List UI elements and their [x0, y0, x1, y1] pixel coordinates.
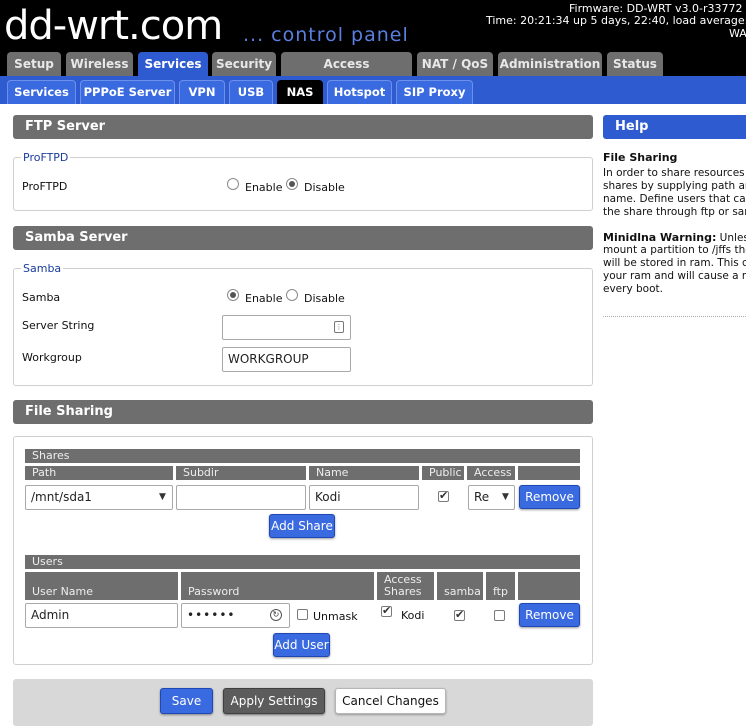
share-path-select[interactable]: /mnt/sda1 [25, 485, 173, 510]
help-fs-line: shares by supplying path and [603, 180, 746, 192]
samba-server-title: Samba Server [13, 226, 593, 250]
users-col-access-shares: Access Shares [377, 572, 434, 600]
subtab-hotspot[interactable]: Hotspot [327, 80, 392, 104]
help-minidlna-heading: Minidlna Warning: [603, 231, 717, 244]
user-share-kodi-checkbox[interactable] [381, 604, 392, 617]
proftpd-disable-label: Disable [304, 181, 345, 194]
tab-nat-qos[interactable]: NAT / QoS [417, 52, 493, 76]
user-samba-checkbox[interactable] [454, 608, 465, 621]
workgroup-label: Workgroup [22, 351, 82, 364]
logo: dd-wrt.com [4, 3, 223, 49]
shares-header: Shares [25, 449, 580, 463]
help-mini-line: your ram and will cause a rein [603, 270, 746, 282]
subtab-services[interactable]: Services [7, 80, 76, 104]
share-subdir-input[interactable] [176, 485, 306, 510]
shares-col-name: Name [309, 466, 419, 480]
user-ftp-checkbox[interactable] [494, 610, 505, 621]
reveal-password-icon[interactable]: ↻ [270, 609, 282, 621]
help-fs-line: the share through ftp or samb [603, 206, 746, 218]
share-remove-button[interactable]: Remove [519, 485, 580, 509]
samba-enable-label: Enable [245, 292, 283, 305]
unmask-checkbox[interactable] [297, 609, 308, 620]
workgroup-input[interactable]: WORKGROUP [222, 347, 351, 372]
proftpd-label: ProFTPD [22, 180, 68, 193]
subtab-vpn[interactable]: VPN [179, 80, 225, 104]
ftp-server-title: FTP Server [13, 115, 593, 139]
help-mini-line: every boot. [603, 283, 663, 295]
help-file-sharing-heading: File Sharing [603, 151, 678, 164]
shares-col-access: Access [467, 466, 515, 480]
help-title: Help [603, 115, 746, 139]
samba-label: Samba [22, 291, 61, 304]
help-minidlna-first: Unless y [719, 232, 746, 244]
cancel-changes-button[interactable]: Cancel Changes [335, 688, 446, 714]
proftpd-fieldset: ProFTPD [13, 151, 593, 211]
chevron-down-icon: ▼ [159, 492, 166, 502]
tab-administration[interactable]: Administration [498, 52, 602, 76]
add-share-button[interactable]: Add Share [269, 514, 335, 538]
user-remove-button[interactable]: Remove [519, 603, 580, 627]
subtab-pppoe-server[interactable]: PPPoE Server [80, 80, 175, 104]
shares-col-public: Public [422, 466, 464, 480]
samba-disable-radio[interactable] [286, 289, 298, 301]
proftpd-enable-label: Enable [245, 181, 283, 194]
user-share-kodi-label: Kodi [401, 609, 425, 622]
proftpd-legend: ProFTPD [21, 151, 71, 164]
proftpd-disable-radio[interactable] [286, 178, 298, 190]
help-mini-line: will be stored in ram. This car [603, 257, 746, 269]
samba-legend: Samba [21, 262, 64, 275]
uptime-info: Time: 20:21:34 up 5 days, 22:40, load av… [486, 14, 746, 27]
users-col-username: User Name [25, 572, 178, 600]
logo-subtitle: ... control panel [243, 24, 409, 46]
file-sharing-title: File Sharing [13, 400, 593, 424]
help-fs-line: In order to share resources a [603, 167, 746, 179]
tab-setup[interactable]: Setup [7, 52, 61, 76]
server-string-input[interactable] [222, 315, 351, 340]
tab-services[interactable]: Services [138, 52, 208, 77]
tab-wireless[interactable]: Wireless [66, 52, 133, 76]
proftpd-enable-radio[interactable] [227, 178, 239, 190]
save-button[interactable]: Save [160, 688, 213, 714]
users-col-ftp: ftp [486, 572, 515, 600]
shares-col-subdir: Subdir [176, 466, 306, 480]
tab-security[interactable]: Security [212, 52, 276, 76]
users-col-samba: samba [437, 572, 483, 600]
share-name-input[interactable]: Kodi [309, 485, 419, 510]
help-minidlna-line: Minidlna Warning: Unless y [603, 231, 746, 245]
samba-disable-label: Disable [304, 292, 345, 305]
share-public-checkbox[interactable] [438, 489, 449, 502]
subtab-nas[interactable]: NAS [277, 80, 323, 104]
subtab-usb[interactable]: USB [229, 80, 273, 104]
add-user-button[interactable]: Add User [273, 633, 330, 657]
users-col-password: Password [181, 572, 374, 600]
help-mini-line: mount a partition to /jffs the [603, 244, 746, 256]
shares-col-actions [518, 466, 580, 480]
wan-info: WA [729, 27, 746, 40]
users-col-actions [518, 572, 580, 600]
user-name-input[interactable]: Admin [25, 603, 178, 628]
tab-status[interactable]: Status [607, 52, 663, 76]
unmask-label: Unmask [313, 610, 358, 623]
password-manager-icon[interactable]: ⋮ [334, 321, 344, 333]
help-fs-line: name. Define users that can a [603, 193, 746, 205]
apply-settings-button[interactable]: Apply Settings [223, 688, 325, 714]
chevron-down-icon: ▼ [502, 492, 509, 502]
shares-col-path: Path [25, 466, 173, 480]
tab-access-restrictions[interactable]: Access Restrictions [281, 52, 412, 95]
samba-enable-radio[interactable] [227, 289, 239, 301]
help-divider [603, 316, 746, 317]
users-header: Users [25, 555, 580, 569]
subtab-sip-proxy[interactable]: SIP Proxy [396, 80, 473, 104]
server-string-label: Server String [22, 319, 95, 332]
